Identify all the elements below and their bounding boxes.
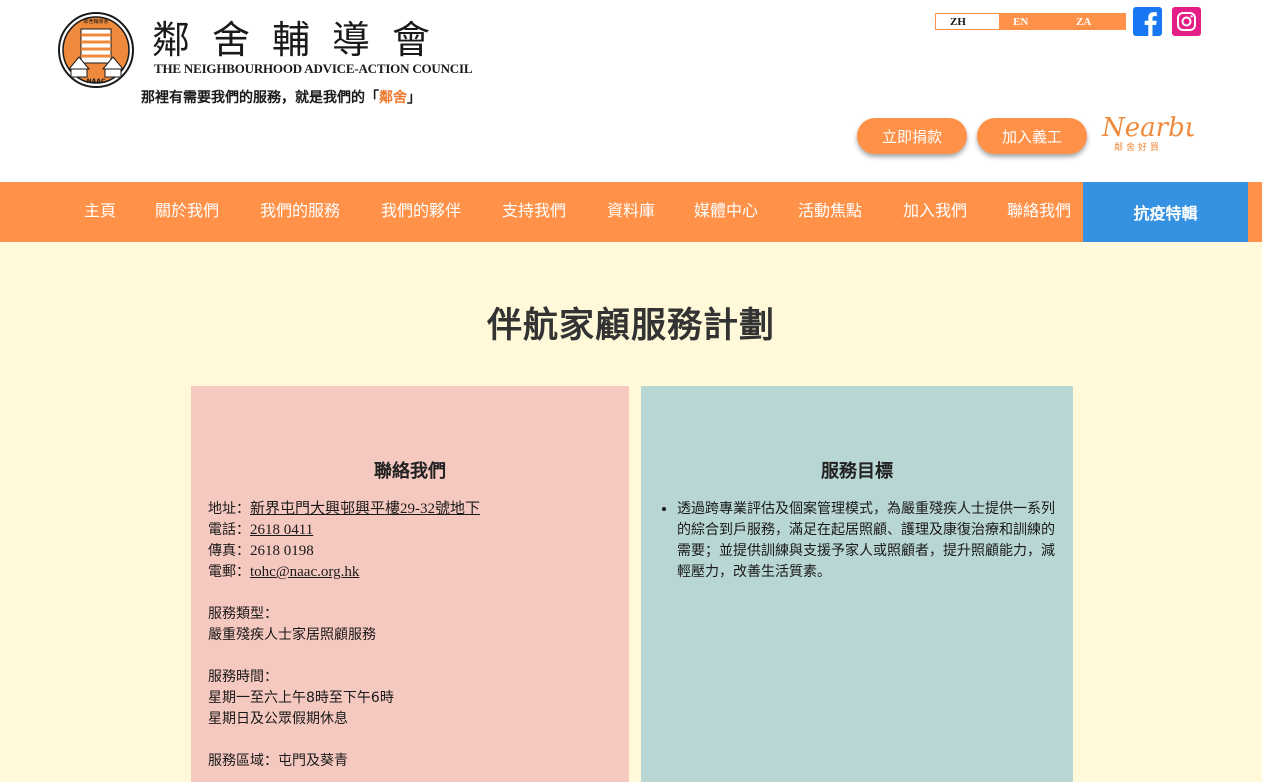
tagline-prefix: 那裡有需要我們的服務，就是我們的「 bbox=[141, 90, 379, 106]
address-label: 地址： bbox=[208, 501, 250, 517]
goal-panel: 服務目標 透過跨專業評估及個案管理模式，為嚴重殘疾人士提供一系列的綜合到戶服務，… bbox=[641, 386, 1073, 782]
nav-item-anti-epidemic[interactable]: 抗疫特輯 bbox=[1083, 182, 1248, 242]
email-label: 電郵： bbox=[208, 564, 250, 580]
contact-title: 聯絡我們 bbox=[374, 461, 446, 482]
nav-item-contact[interactable]: 聯絡我們 bbox=[1007, 182, 1071, 242]
nav-item-home[interactable]: 主頁 bbox=[84, 182, 116, 242]
fax-label: 傳真： bbox=[208, 543, 250, 559]
nav-item-partners[interactable]: 我們的夥伴 bbox=[381, 182, 461, 242]
instagram-icon[interactable] bbox=[1172, 7, 1201, 36]
address-row: 地址：新界屯門大興邨興平樓29-32號地下 bbox=[208, 499, 480, 520]
nearbuy-text: Nearbuy bbox=[1101, 113, 1194, 143]
email-row: 電郵：tohc@naac.org.hk bbox=[208, 562, 480, 583]
donate-button[interactable]: 立即捐款 bbox=[857, 118, 967, 154]
contact-panel: 聯絡我們 地址：新界屯門大興邨興平樓29-32號地下 電話：2618 0411 … bbox=[191, 386, 629, 782]
area-row: 服務區域：屯門及葵青 bbox=[208, 751, 480, 772]
org-name-en: THE NEIGHBOURHOOD ADVICE-ACTION COUNCIL bbox=[154, 61, 473, 76]
tagline-suffix: 」 bbox=[407, 90, 421, 106]
nav-item-events[interactable]: 活動焦點 bbox=[798, 182, 862, 242]
nearbuy-logo[interactable]: Nearbuy 鄰舍好買 bbox=[1100, 110, 1194, 158]
tagline: 那裡有需要我們的服務，就是我們的「鄰舍」 bbox=[141, 87, 421, 107]
hours-line-1: 星期一至六上午8時至下午6時 bbox=[208, 690, 394, 706]
main-nav: 主頁 關於我們 我們的服務 我們的夥伴 支持我們 資料庫 媒體中心 活動焦點 加… bbox=[0, 182, 1262, 242]
logo-abbr: NAAC bbox=[87, 78, 106, 85]
logo-ring-text: 鄰舍輔導會 bbox=[83, 18, 108, 25]
facebook-icon[interactable] bbox=[1133, 7, 1162, 36]
tagline-highlight: 鄰舍 bbox=[379, 90, 407, 106]
fax-row: 傳真：2618 0198 bbox=[208, 541, 480, 562]
nav-item-support[interactable]: 支持我們 bbox=[502, 182, 566, 242]
phone-label: 電話： bbox=[208, 522, 250, 538]
hours-label: 服務時間： bbox=[208, 669, 278, 685]
email-link[interactable]: tohc@naac.org.hk bbox=[250, 564, 359, 580]
service-type-value: 嚴重殘疾人士家居照顧服務 bbox=[208, 627, 376, 643]
lang-zh[interactable]: ZH bbox=[936, 14, 999, 29]
hours-line-2: 星期日及公眾假期休息 bbox=[208, 711, 348, 727]
area-label: 服務區域： bbox=[208, 753, 278, 769]
address-link[interactable]: 新界屯門大興邨興平樓29-32號地下 bbox=[250, 501, 480, 517]
org-name-zh: 鄰舍輔導會 bbox=[152, 18, 453, 62]
fax-value: 2618 0198 bbox=[250, 543, 314, 559]
site-header: 鄰舍輔導會 NAAC 鄰舍輔導會 THE NEIGHBOURHOOD ADVIC… bbox=[0, 0, 1262, 182]
goal-item: 透過跨專業評估及個案管理模式，為嚴重殘疾人士提供一系列的綜合到戶服務，滿足在起居… bbox=[677, 499, 1061, 583]
page-title: 伴航家顧服務計劃 bbox=[486, 305, 775, 346]
service-type-label: 服務類型： bbox=[208, 606, 278, 622]
nav-item-services[interactable]: 我們的服務 bbox=[260, 182, 340, 242]
nav-item-media[interactable]: 媒體中心 bbox=[694, 182, 758, 242]
area-value: 屯門及葵青 bbox=[278, 753, 348, 769]
phone-row: 電話：2618 0411 bbox=[208, 520, 480, 541]
lang-za[interactable]: ZA bbox=[1062, 14, 1125, 29]
phone-link[interactable]: 2618 0411 bbox=[250, 522, 313, 538]
main-content: 伴航家顧服務計劃 聯絡我們 地址：新界屯門大興邨興平樓29-32號地下 電話：2… bbox=[0, 242, 1262, 782]
contact-info: 地址：新界屯門大興邨興平樓29-32號地下 電話：2618 0411 傳真：26… bbox=[208, 499, 480, 772]
goal-title: 服務目標 bbox=[821, 461, 893, 482]
naac-logo[interactable]: 鄰舍輔導會 NAAC bbox=[57, 11, 135, 89]
lang-en[interactable]: EN bbox=[999, 14, 1062, 29]
nav-item-join[interactable]: 加入我們 bbox=[903, 182, 967, 242]
goal-list: 透過跨專業評估及個案管理模式，為嚴重殘疾人士提供一系列的綜合到戶服務，滿足在起居… bbox=[677, 499, 1061, 583]
nav-item-about[interactable]: 關於我們 bbox=[155, 182, 219, 242]
nav-item-database[interactable]: 資料庫 bbox=[607, 182, 655, 242]
nearbuy-subtext: 鄰舍好買 bbox=[1114, 141, 1162, 153]
language-switcher: ZH EN ZA bbox=[935, 13, 1126, 30]
volunteer-button[interactable]: 加入義工 bbox=[977, 118, 1087, 154]
